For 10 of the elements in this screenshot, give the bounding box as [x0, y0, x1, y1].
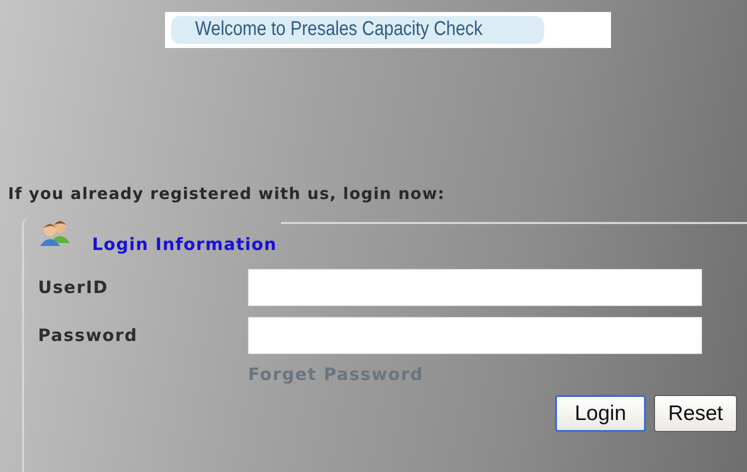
- panel-legend: Login Information: [92, 235, 277, 255]
- users-icon: [40, 219, 70, 247]
- login-prompt: If you already registered with us, login now:: [8, 184, 446, 203]
- login-button[interactable]: Login: [554, 395, 646, 432]
- field-label: UserID: [38, 278, 110, 298]
- banner-title: Welcome to Presales Capacity Check: [171, 16, 544, 44]
- field-label: Password: [38, 326, 139, 346]
- userid-field[interactable]: [248, 269, 702, 306]
- reset-button[interactable]: Reset: [654, 395, 737, 432]
- password-field[interactable]: [248, 317, 702, 354]
